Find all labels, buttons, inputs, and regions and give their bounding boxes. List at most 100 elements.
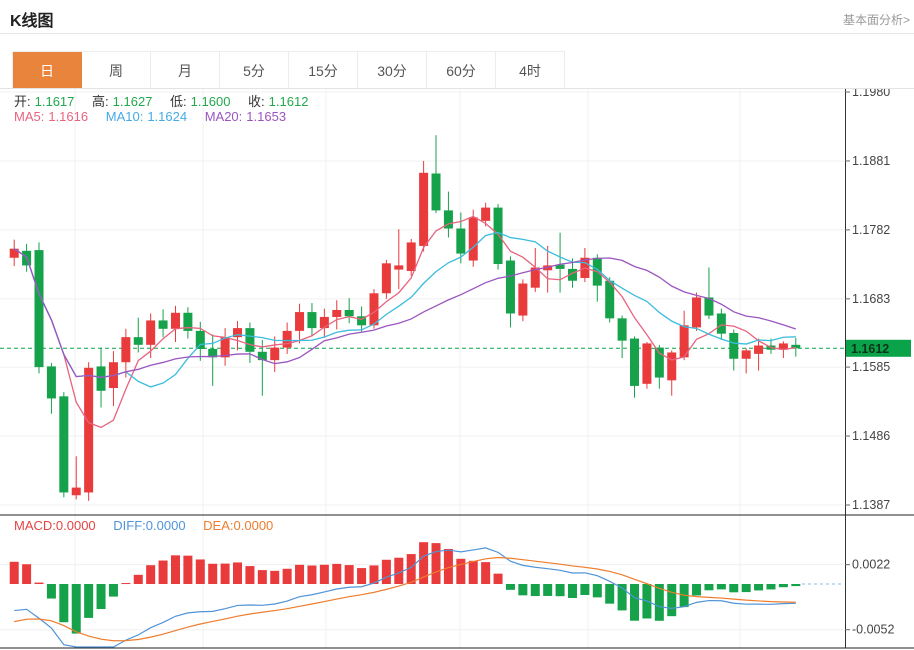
period-tab-bar: 日周月5分15分30分60分4时 [12,51,565,89]
ma10-line [14,233,796,387]
tab-5分[interactable]: 5分 [220,52,289,89]
kline-widget: K线图 基本面分析> 日周月5分15分30分60分4时 1.1980 1.1881… [0,0,914,650]
macd-bar [97,584,106,609]
candle-body [419,173,428,246]
macd-bar [307,566,316,584]
diff-label: DIFF: [113,518,146,533]
high-label: 高: [92,94,109,109]
macd-bar [35,583,44,584]
macd-bar [531,584,540,596]
macd-bar [506,584,515,590]
macd-bar [109,584,118,597]
candle-body [47,366,56,398]
macd-bar [791,584,800,586]
tab-月[interactable]: 月 [151,52,220,89]
price-axis-label: 1.1782 [852,223,890,237]
price-axis-label: 1.1683 [852,292,890,306]
macd-bar [295,565,304,584]
candle-body [667,352,676,380]
macd-bar [72,584,81,634]
dea-value: 0.0000 [234,518,274,533]
candle-body [618,318,627,340]
macd-bar [84,584,93,618]
candle-body [407,242,416,271]
ma5-line [14,217,796,428]
candle-body [97,366,106,390]
candle-body [221,337,230,357]
macd-bar [717,584,726,589]
candle-body [345,310,354,316]
close-label: 收: [248,94,265,109]
macd-bar [59,584,68,622]
candle-body [692,297,701,327]
diff-line [14,548,796,647]
current-price-tag-text: 1.1612 [851,342,889,356]
macd-bar [543,584,552,596]
macd-bar [394,558,403,584]
macd-bar [593,584,602,597]
tab-30分[interactable]: 30分 [358,52,427,89]
price-axis-label: 1.1387 [852,498,890,512]
macd-bar [208,564,217,584]
macd-bar [146,565,155,584]
tab-日[interactable]: 日 [13,52,82,89]
ma20-value: 1.1653 [246,109,286,124]
candle-body [245,328,254,352]
macd-axis-label: -0.0052 [852,623,894,637]
macd-bar [320,565,329,584]
tab-60分[interactable]: 60分 [427,52,496,89]
macd-bar [332,564,341,584]
ma-info-row: MA5:1.1616 MA10:1.1624 MA20:1.1653 [14,109,290,124]
macd-bar [580,584,589,595]
macd-bar [742,584,751,592]
macd-bar [469,561,478,584]
candle-body [717,313,726,333]
candle-body [72,488,81,496]
tab-4时[interactable]: 4时 [496,52,565,89]
macd-bar [159,561,168,584]
candle-body [494,208,503,264]
macd-bar [183,556,192,584]
macd-bar [121,583,130,584]
low-value: 1.1600 [191,94,231,109]
macd-bar [605,584,614,604]
macd-bar [171,555,180,584]
candle-body [270,348,279,361]
price-axis-label: 1.1881 [852,154,890,168]
macd-bar [221,564,230,584]
macd-bar [754,584,763,590]
tab-15分[interactable]: 15分 [289,52,358,89]
ma10-label: MA10: [106,109,144,124]
candle-body [469,217,478,260]
kline-chart-canvas[interactable]: 1.19801.18811.17821.16831.15851.14861.13… [0,89,914,650]
candle-body [742,350,751,358]
macd-bar [258,570,267,584]
close-value: 1.1612 [269,94,309,109]
macd-bar [766,584,775,589]
macd-bar [382,560,391,584]
macd-bar [270,571,279,584]
high-value: 1.1627 [113,94,153,109]
tab-周[interactable]: 周 [82,52,151,89]
candle-body [394,265,403,269]
ma20-label: MA20: [205,109,243,124]
price-axis-label: 1.1980 [852,89,890,99]
macd-bar [134,575,143,584]
candle-body [283,331,292,348]
open-value: 1.1617 [35,94,75,109]
page-title: K线图 [10,7,54,31]
candle-body [307,312,316,328]
macd-bar [283,569,292,584]
macd-bar [456,559,465,584]
fundamental-analysis-link[interactable]: 基本面分析> [843,11,910,28]
candle-body [642,343,651,383]
candle-body [456,229,465,254]
candle-body [196,331,205,349]
low-label: 低: [170,94,187,109]
candle-body [630,339,639,386]
candle-body [506,261,515,314]
macd-bar [692,584,701,595]
macd-bar [432,543,441,584]
macd-bar [233,562,242,584]
macd-bar [779,584,788,587]
